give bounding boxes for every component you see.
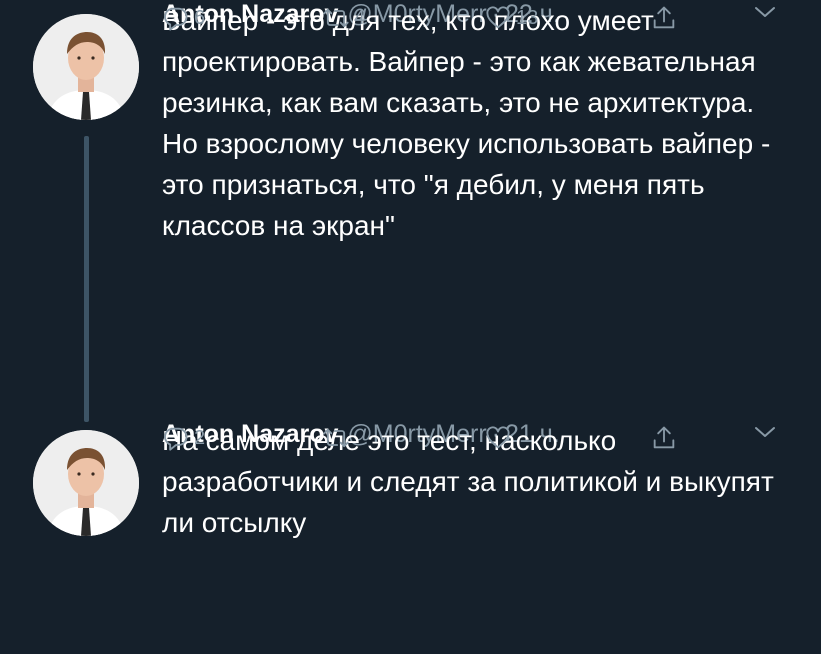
reply-count: 2: [194, 426, 206, 449]
avatar[interactable]: [33, 430, 139, 536]
retweet-icon: [323, 428, 349, 448]
share-icon: [653, 426, 675, 449]
reply-count: 6: [194, 6, 206, 29]
tweet-text: Вайпер - это для тех, кто плохо умеет пр…: [162, 5, 771, 241]
avatar[interactable]: [33, 14, 139, 120]
avatar-photo: [33, 430, 139, 536]
reply-button[interactable]: 6: [162, 0, 205, 36]
retweet-count: 4: [354, 6, 366, 29]
avatar-photo: [33, 14, 139, 120]
heart-icon: [486, 6, 510, 29]
heart-icon: [486, 426, 510, 449]
retweet-button[interactable]: [322, 420, 354, 456]
reply-button[interactable]: 2: [162, 420, 205, 456]
reply-icon: [164, 7, 188, 31]
retweet-icon: [323, 8, 349, 28]
thread-connector-line: [84, 136, 89, 422]
action-bar: 6 4 13: [162, 0, 702, 36]
reply-icon: [164, 427, 188, 451]
action-bar: 2: [162, 420, 702, 456]
share-button[interactable]: [650, 420, 678, 456]
like-button[interactable]: 13: [484, 0, 538, 36]
retweet-button[interactable]: 4: [322, 0, 365, 36]
like-button[interactable]: [484, 420, 516, 456]
share-button[interactable]: [650, 0, 678, 36]
like-count: 13: [516, 6, 539, 29]
share-icon: [653, 6, 675, 29]
